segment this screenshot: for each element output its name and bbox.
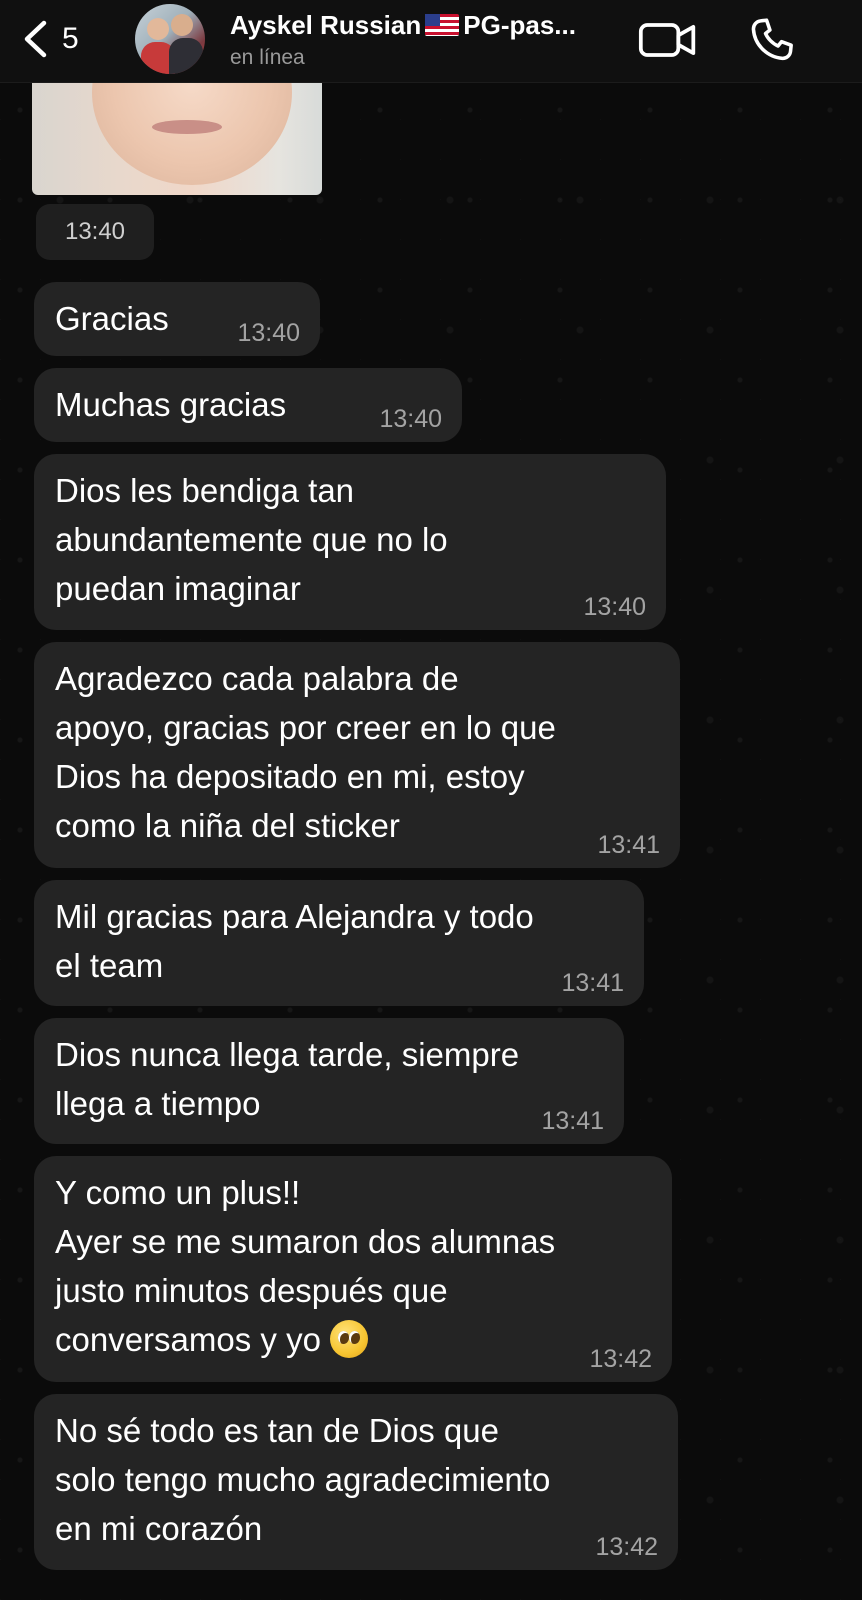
avatar[interactable] [135, 4, 205, 74]
message-timestamp: 13:41 [597, 831, 660, 859]
message-text: Y como un plus!! Ayer se me sumaron dos … [55, 1168, 555, 1364]
message-text: Dios les bendiga tan abundantemente que … [55, 466, 448, 613]
message-bubble[interactable]: Dios nunca llega tarde, siempre llega a … [34, 1018, 624, 1144]
message-timestamp: 13:41 [541, 1107, 604, 1135]
message-timestamp: 13:40 [237, 319, 300, 347]
message-line: solo tengo mucho agradecimiento [55, 1461, 551, 1498]
message-bubble[interactable]: No sé todo es tan de Dios que solo tengo… [34, 1394, 678, 1570]
message-line: Ayer se me sumaron dos alumnas [55, 1223, 556, 1260]
phone-icon [751, 18, 793, 61]
chat-title-name: Ayskel Russian [230, 10, 422, 40]
message-line-text: conversamos y yo [55, 1321, 321, 1358]
avatar-face [147, 18, 169, 40]
chevron-left-icon [24, 20, 47, 58]
unread-count: 5 [62, 22, 79, 55]
message-line: Agradezco cada palabra de [55, 660, 459, 697]
pleading-face-emoji [330, 1320, 369, 1358]
message-line: como la niña del sticker [55, 807, 400, 844]
chat-title: Ayskel Russian PG-pas... [230, 8, 630, 42]
message-bubble[interactable]: Mil gracias para Alejandra y todo el tea… [34, 880, 644, 1006]
chat-title-suffix: PG-pas... [463, 10, 576, 40]
message-bubble[interactable]: Gracias 13:40 [34, 282, 320, 356]
message-line: en mi corazón [55, 1510, 263, 1547]
message-timestamp: 13:40 [583, 593, 646, 621]
message-line: Gracias [55, 300, 169, 337]
message-text: Dios nunca llega tarde, siempre llega a … [55, 1030, 519, 1128]
message-timestamp: 13:42 [589, 1345, 652, 1373]
message-timestamp: 13:40 [379, 405, 442, 433]
message-timestamp: 13:41 [561, 969, 624, 997]
photo-timestamp: 13:40 [36, 204, 154, 260]
chat-title-block[interactable]: Ayskel Russian PG-pas... en línea [230, 8, 630, 72]
message-text: Agradezco cada palabra de apoyo, gracias… [55, 654, 556, 850]
voice-call-button[interactable] [742, 14, 802, 66]
message-bubble[interactable]: Agradezco cada palabra de apoyo, gracias… [34, 642, 680, 868]
message-line: Mil gracias para Alejandra y todo [55, 898, 534, 935]
message-text: Muchas gracias [55, 380, 286, 429]
message-line: Dios nunca llega tarde, siempre [55, 1036, 520, 1073]
video-call-button[interactable] [638, 14, 698, 66]
message-line: Y como un plus!! [55, 1174, 301, 1211]
message-text: No sé todo es tan de Dios que solo tengo… [55, 1406, 550, 1553]
chat-header: 5 Ayskel Russian PG-pas... en línea [0, 0, 862, 83]
message-bubble[interactable]: Muchas gracias 13:40 [34, 368, 462, 442]
message-line: conversamos y yo [55, 1315, 555, 1364]
message-bubble[interactable]: Dios les bendiga tan abundantemente que … [34, 454, 666, 630]
photo-lip [152, 120, 222, 134]
message-line: el team [55, 947, 164, 984]
message-text: Gracias [55, 294, 169, 343]
message-line: apoyo, gracias por creer en lo que [55, 709, 556, 746]
back-button[interactable]: 5 [22, 10, 79, 68]
avatar-face [171, 14, 193, 36]
message-line: Dios ha depositado en mi, estoy [55, 758, 525, 795]
us-flag-icon [425, 14, 460, 36]
avatar-figure [169, 38, 203, 74]
message-line: justo minutos después que [55, 1272, 448, 1309]
message-timestamp: 13:42 [595, 1533, 658, 1561]
message-line: puedan imaginar [55, 570, 301, 607]
message-line: Muchas gracias [55, 386, 287, 423]
message-line: Dios les bendiga tan [55, 472, 355, 509]
chat-status: en línea [230, 46, 305, 69]
message-list[interactable]: 13:40 Gracias 13:40 Muchas gracias 13:40… [0, 0, 862, 1600]
message-bubble[interactable]: Y como un plus!! Ayer se me sumaron dos … [34, 1156, 672, 1382]
message-line: No sé todo es tan de Dios que [55, 1412, 499, 1449]
message-line: abundantemente que no lo [55, 521, 448, 558]
video-camera-icon [638, 23, 696, 57]
message-text: Mil gracias para Alejandra y todo el tea… [55, 892, 534, 990]
message-line: llega a tiempo [55, 1085, 261, 1122]
